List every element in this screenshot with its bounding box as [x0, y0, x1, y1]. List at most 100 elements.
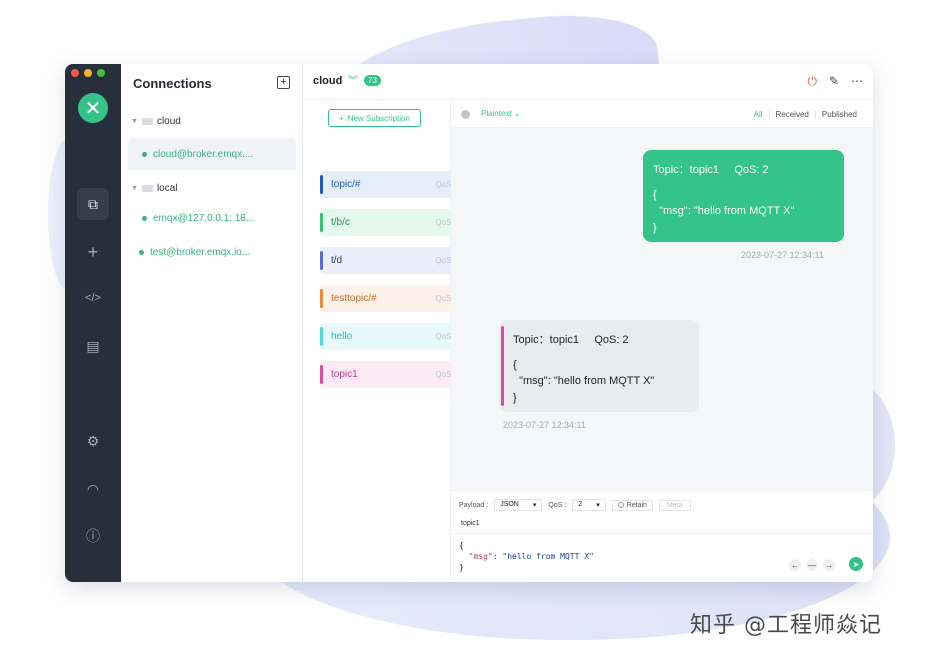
new-subscription-label: New Subscription [347, 113, 410, 123]
maximize-window-button[interactable] [97, 69, 105, 77]
settings-icon[interactable]: ⚙ [77, 425, 109, 457]
feed-icon[interactable]: ◠ [77, 473, 109, 505]
message-list: Plaintext ⌄ All Received Published Topic… [451, 100, 873, 490]
subscription-item[interactable]: t/d QoS 1 [320, 247, 470, 274]
status-dot-icon [461, 110, 470, 119]
subscription-topic: topic/# [331, 179, 361, 190]
subscription-item[interactable]: topic1 QoS 1 [320, 361, 470, 388]
group-cloud[interactable]: ▼ cloud [131, 116, 181, 127]
group-local[interactable]: ▼ local [131, 183, 178, 194]
subscription-item[interactable]: hello QoS 0 [320, 323, 470, 350]
add-connection-button[interactable]: + [277, 76, 290, 89]
info-icon[interactable]: ⓘ [77, 520, 109, 552]
minus-icon[interactable]: — [806, 559, 818, 571]
topic-color-bar [320, 365, 323, 384]
plus-icon: + [339, 113, 344, 123]
topic-color-bar [320, 175, 323, 194]
folder-icon [141, 185, 153, 192]
connection-label: test@broker.emqx.io... [150, 247, 251, 258]
subscription-topic: testtopic/# [331, 293, 377, 304]
payload-colon: : [492, 551, 503, 561]
connection-label: emqx@127.0.0.1: 18... [153, 213, 255, 224]
chevron-down-icon: ▼ [131, 185, 138, 192]
filter-all[interactable]: All [748, 110, 769, 119]
subscription-item[interactable]: testtopic/# QoS 2 [320, 285, 470, 312]
payload-key: "msg" [468, 551, 493, 561]
subscription-topic: hello [331, 331, 353, 342]
subscriptions-panel: + New Subscription topic/# QoS 1 t/b/c QoS … [303, 100, 470, 582]
connections-icon[interactable]: ⧉ [77, 188, 109, 220]
group-label: cloud [156, 116, 181, 127]
group-label: local [156, 183, 178, 194]
message-timestamp: 2023-07-27 12:34:11 [503, 420, 586, 430]
send-button[interactable]: ➤ [849, 557, 863, 571]
minimize-window-button[interactable] [84, 69, 92, 77]
format-selector[interactable]: Plaintext ⌄ [481, 109, 521, 118]
topic-color-bar [320, 213, 323, 232]
retain-checkbox[interactable]: Retain [611, 499, 653, 511]
message-timestamp: 2023-07-27 12:34:11 [741, 250, 824, 260]
message-body: { "msg": "hello from MQTT X" } [513, 358, 655, 404]
new-subscription-button[interactable]: + New Subscription [328, 109, 421, 127]
left-rail: ✕ ⧉ + </> ▤ ⚙ ◠ ⓘ [65, 64, 121, 582]
double-chevron-icon[interactable]: ︾ [348, 72, 358, 87]
connection-label: cloud@broker.emqx.... [153, 148, 254, 160]
format-label: Plaintext [481, 109, 512, 118]
topic-color-bar [501, 326, 504, 406]
app-window: ✕ ⧉ + </> ▤ ⚙ ◠ ⓘ Connections + ▼ cloud … [65, 64, 873, 582]
main-panel: cloud ︾ 73 ⏻ ✎ ⋯ + New Subscription topi… [303, 64, 873, 582]
connections-title: Connections [133, 76, 212, 91]
script-icon[interactable]: </> [77, 282, 109, 314]
chevron-down-icon: ⌄ [513, 109, 521, 118]
filter-published[interactable]: Published [814, 110, 863, 119]
topic-color-bar [320, 251, 323, 270]
connection-item[interactable]: cloud@broker.emqx.... [128, 138, 296, 170]
filter-received[interactable]: Received [768, 110, 815, 119]
meta-button[interactable]: Meta [658, 499, 691, 511]
received-message[interactable]: Topic：topic1 QoS: 2 { "msg": "hello from… [499, 320, 699, 412]
radio-icon [617, 502, 624, 508]
retain-label: Retain [626, 501, 647, 509]
arrow-left-icon[interactable]: ← [789, 559, 801, 571]
published-message[interactable]: Topic：topic1 QoS: 2 { "msg": "hello from… [643, 150, 844, 242]
subscription-topic: topic1 [331, 369, 358, 380]
edit-icon[interactable]: ✎ [829, 74, 839, 89]
payload-value: "hello from MQTT X" [502, 551, 594, 561]
top-bar: cloud ︾ 73 ⏻ ✎ ⋯ [303, 64, 873, 100]
screenshot-stage: ✕ ⧉ + </> ▤ ⚙ ◠ ⓘ Connections + ▼ cloud … [0, 0, 942, 660]
connection-item[interactable]: emqx@127.0.0.1: 18... [142, 213, 254, 224]
subscription-item[interactable]: t/b/c QoS 0 [320, 209, 470, 236]
folder-icon [141, 118, 153, 125]
chevron-down-icon: ▾ [596, 502, 600, 509]
message-composer: Payload : JSON ▾ QoS : 2 ▾ Retain Meta t… [451, 490, 873, 582]
qos-value: 2 [578, 501, 583, 508]
payload-format-value: JSON [500, 501, 519, 508]
arrow-right-icon[interactable]: → [823, 559, 835, 571]
topic-input[interactable]: topic1 [461, 520, 480, 527]
connections-panel: Connections + ▼ cloud cloud@broker.emqx.… [121, 64, 303, 582]
divider [451, 533, 873, 534]
status-dot-icon [139, 250, 144, 255]
status-dot-icon [142, 216, 147, 221]
composer-options: Payload : JSON ▾ QoS : 2 ▾ Retain Meta [459, 499, 691, 511]
qos-label: QoS : [548, 501, 567, 509]
status-dot-icon [142, 151, 147, 157]
qos-select[interactable]: 2 ▾ [572, 499, 606, 511]
log-icon[interactable]: ▤ [77, 330, 109, 362]
connection-name: cloud [313, 75, 343, 87]
top-actions: ⏻ ✎ ⋯ [807, 74, 863, 89]
close-window-button[interactable] [71, 69, 79, 77]
add-icon[interactable]: + [77, 236, 109, 268]
subscription-item[interactable]: topic/# QoS 1 [320, 171, 470, 198]
chevron-down-icon: ▼ [131, 118, 138, 125]
disconnect-icon[interactable]: ⏻ [807, 74, 817, 89]
topic-color-bar [320, 327, 323, 346]
message-filters: All Received Published [748, 110, 863, 119]
payload-editor[interactable]: { "msg": "hello from MQTT X" } [459, 541, 594, 573]
subscription-topic: t/d [331, 255, 343, 266]
payload-label: Payload : [459, 501, 489, 509]
connection-item[interactable]: test@broker.emqx.io... [139, 247, 250, 258]
more-icon[interactable]: ⋯ [851, 74, 863, 89]
history-nav: ← — → [789, 559, 835, 571]
payload-format-select[interactable]: JSON ▾ [494, 499, 543, 511]
